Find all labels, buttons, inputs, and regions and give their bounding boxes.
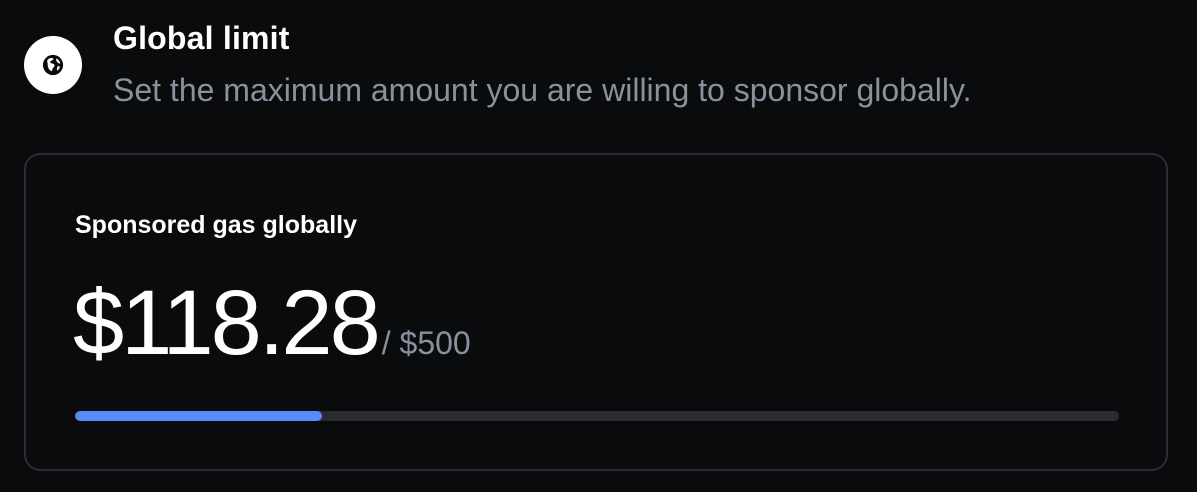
amount-row: $118.28 / $500 bbox=[73, 273, 471, 373]
progress-bar-fill bbox=[75, 411, 322, 421]
page: Global limit Set the maximum amount you … bbox=[0, 0, 1197, 492]
limit-amount: / $500 bbox=[381, 325, 471, 361]
globe-icon bbox=[24, 36, 82, 94]
sponsored-amount: $118.28 bbox=[73, 272, 381, 374]
card-label: Sponsored gas globally bbox=[75, 211, 357, 239]
section-title: Global limit bbox=[113, 20, 290, 56]
sponsored-gas-card: Sponsored gas globally $118.28 / $500 bbox=[24, 153, 1168, 471]
progress-bar bbox=[75, 411, 1119, 421]
global-limit-header: Global limit Set the maximum amount you … bbox=[24, 18, 971, 110]
header-text: Global limit Set the maximum amount you … bbox=[113, 18, 971, 110]
section-subtitle: Set the maximum amount you are willing t… bbox=[113, 72, 972, 108]
